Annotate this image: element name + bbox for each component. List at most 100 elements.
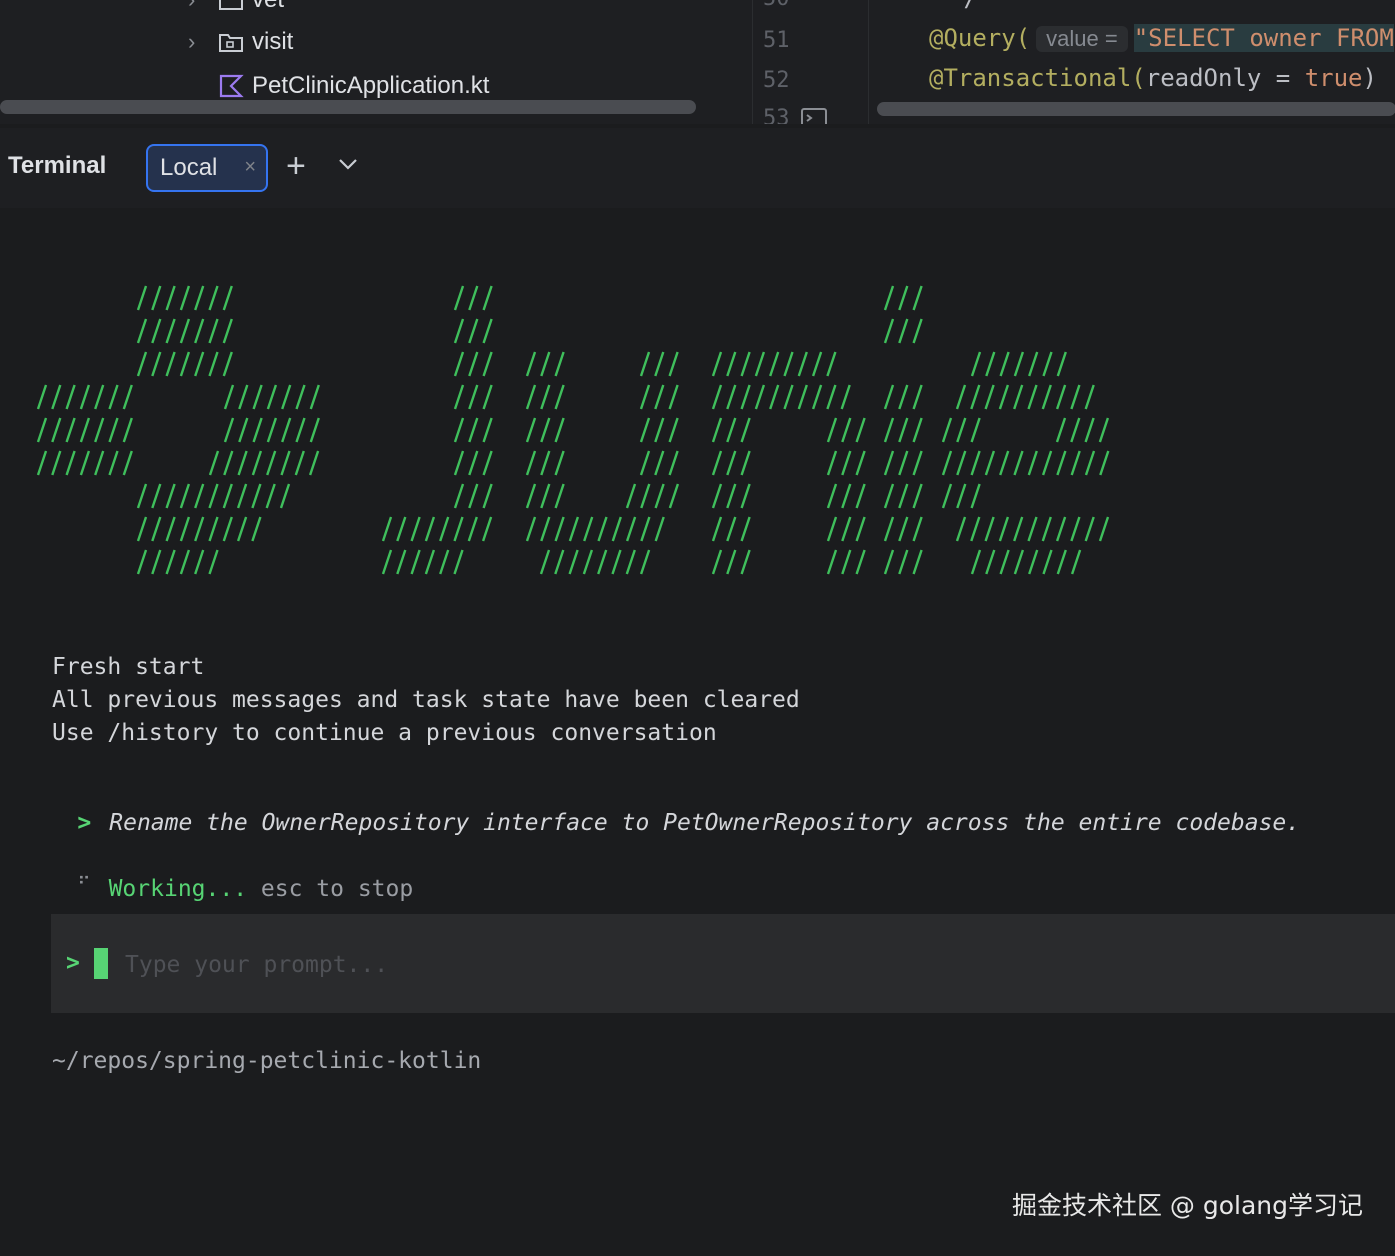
logo-slash	[208, 351, 219, 377]
run-gutter-icon[interactable]	[801, 108, 827, 124]
close-icon[interactable]: ×	[244, 156, 256, 179]
logo-slash	[136, 483, 148, 509]
logo-slash	[1055, 384, 1067, 410]
logo-slash	[265, 483, 276, 509]
logo-slash	[453, 351, 465, 377]
logo-slash	[223, 384, 235, 410]
logo-slash	[740, 351, 751, 377]
logo-slash	[251, 483, 262, 509]
logo-slash	[194, 483, 205, 509]
logo-slash	[898, 285, 909, 311]
logo-slash	[279, 483, 291, 509]
message-line: All previous messages and task state hav…	[52, 687, 800, 713]
tree-item-vet[interactable]: › vet	[188, 0, 284, 20]
logo-slash	[984, 450, 996, 476]
logo-slash	[956, 417, 967, 443]
tree-item-visit[interactable]: › visit	[188, 22, 293, 62]
logo-slash	[912, 450, 923, 476]
logo-slash	[1027, 450, 1038, 476]
terminal-output[interactable]: Fresh start All previous messages and ta…	[0, 208, 1395, 1256]
code-editor[interactable]: */ @Query(value ="SELECT owner FROM @Tra…	[868, 0, 1395, 124]
logo-slash	[1013, 384, 1024, 410]
logo-slash	[640, 516, 651, 542]
logo-slash	[122, 417, 133, 443]
logo-slash	[841, 483, 852, 509]
logo-slash	[222, 318, 233, 344]
logo-slash	[540, 516, 551, 542]
logo-slash	[468, 417, 479, 443]
chevron-right-icon[interactable]: ›	[188, 0, 218, 13]
logo-slash	[554, 483, 565, 509]
logo-slash	[208, 285, 219, 311]
logo-slash	[179, 483, 191, 509]
logo-slash	[108, 384, 119, 410]
code-line-comment: */	[949, 0, 978, 12]
logo-slash	[165, 549, 176, 575]
logo-slash	[179, 351, 191, 377]
logo-slash	[179, 549, 191, 575]
logo-slash	[1070, 450, 1081, 476]
logo-slash	[826, 516, 838, 542]
logo-slash	[841, 516, 852, 542]
logo-slash	[468, 450, 479, 476]
logo-slash	[582, 549, 594, 575]
chevron-right-icon[interactable]: ›	[188, 29, 218, 55]
logo-slash	[912, 549, 923, 575]
logo-slash	[1084, 384, 1095, 410]
prompt-marker: >	[77, 810, 92, 836]
logo-slash	[194, 549, 205, 575]
logo-slash	[482, 450, 493, 476]
chevron-down-icon[interactable]	[336, 152, 360, 181]
transactional-eq: =	[1261, 64, 1305, 92]
logo-slash	[883, 384, 895, 410]
logo-slash	[108, 417, 119, 443]
logo-slash	[136, 285, 148, 311]
logo-slash	[238, 384, 249, 410]
logo-slash	[984, 516, 995, 542]
project-horizontal-scrollbar[interactable]	[0, 100, 696, 114]
logo-slash	[639, 549, 651, 575]
logo-slash	[136, 351, 148, 377]
logo-slash	[970, 450, 981, 476]
add-tab-icon[interactable]: +	[286, 146, 306, 186]
logo-slash	[568, 549, 579, 575]
logo-slash	[1041, 450, 1053, 476]
logo-slash	[208, 318, 219, 344]
logo-slash	[941, 417, 953, 443]
logo-slash	[841, 450, 852, 476]
transactional-annotation: @Transactional(	[929, 64, 1146, 92]
logo-slash	[51, 384, 62, 410]
logo-slash	[453, 285, 465, 311]
logo-slash	[883, 483, 895, 509]
code-line-query: @Query(value = "SELECT owner FROM	[929, 24, 1394, 52]
editor-gutter: 50 51 52 53	[752, 0, 867, 124]
logo-slash	[252, 417, 263, 443]
tree-item-label: visit	[252, 28, 294, 55]
logo-slash	[711, 483, 723, 509]
logo-slash	[165, 351, 176, 377]
editor-horizontal-scrollbar[interactable]	[877, 102, 1395, 116]
logo-slash	[481, 516, 493, 542]
logo-slash	[1084, 516, 1095, 542]
prompt-input-box[interactable]: >	[51, 914, 1395, 1013]
logo-slash	[194, 351, 205, 377]
logo-slash	[165, 483, 176, 509]
working-hint: esc to stop	[247, 876, 414, 902]
logo-slash	[568, 516, 580, 542]
transactional-value: true	[1304, 64, 1363, 92]
logo-slash	[912, 483, 923, 509]
logo-slash	[941, 483, 953, 509]
logo-slash	[309, 384, 320, 410]
logo-slash	[179, 318, 191, 344]
terminal-tab-bar: Terminal Local × +	[0, 128, 1395, 208]
logo-slash	[1042, 351, 1053, 377]
logo-slash	[554, 417, 565, 443]
logo-slash	[640, 483, 651, 509]
logo-slash	[668, 450, 679, 476]
logo-slash	[883, 549, 895, 575]
prompt-input[interactable]	[123, 942, 1027, 988]
tab-local[interactable]: Local ×	[146, 144, 268, 192]
logo-slash	[826, 549, 838, 575]
logo-slash	[439, 516, 450, 542]
logo-slash	[711, 549, 723, 575]
